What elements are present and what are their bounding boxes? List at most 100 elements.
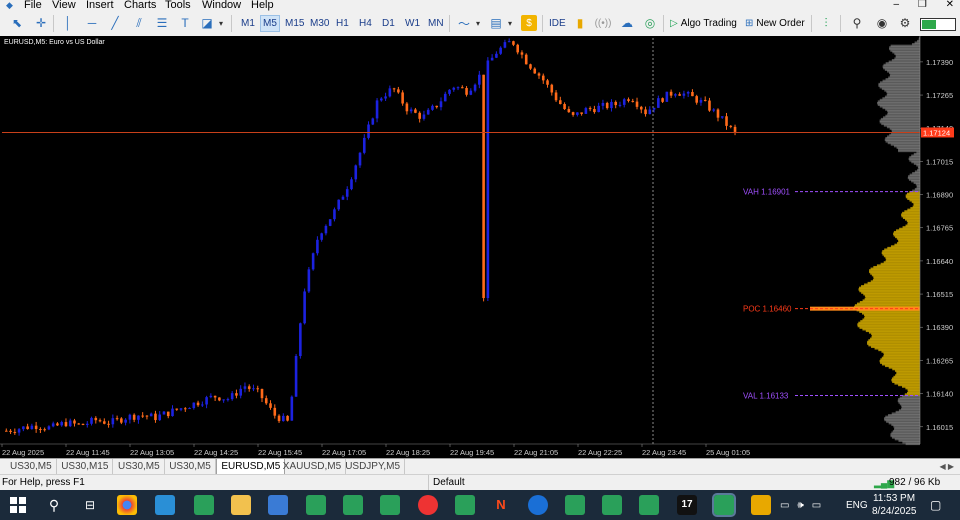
menu-view[interactable]: View <box>52 0 76 11</box>
chart-tab[interactable]: US30,M5 <box>6 459 57 474</box>
metatrader-icon[interactable] <box>602 495 622 515</box>
candle-body <box>333 209 336 220</box>
minimize-icon[interactable]: – <box>894 0 900 10</box>
dollar-icon[interactable]: $ <box>521 15 537 31</box>
ninjatrader-icon[interactable]: N <box>491 495 511 515</box>
app-icon[interactable] <box>751 495 771 515</box>
signal-icon[interactable]: ((•)) <box>595 15 612 31</box>
metatrader-active-icon[interactable] <box>712 493 736 517</box>
vertical-line-icon[interactable]: │ <box>60 15 76 31</box>
chrome-icon[interactable] <box>117 495 137 515</box>
network-icon[interactable]: ▭ <box>780 500 789 511</box>
fibonacci-icon[interactable]: ☰ <box>154 15 170 31</box>
vps-icon[interactable]: ◎ <box>642 15 658 31</box>
depth-of-market-icon[interactable]: ⫶ <box>818 15 834 31</box>
volume-icon[interactable]: 🕪 <box>797 500 803 511</box>
timeframe-d1[interactable]: D1 <box>380 16 397 31</box>
timeframe-mn[interactable]: MN <box>426 16 446 31</box>
cloud-icon[interactable]: ☁ <box>619 15 635 31</box>
menu-window[interactable]: Window <box>202 0 241 11</box>
menu-insert[interactable]: Insert <box>86 0 114 11</box>
search-icon[interactable]: ⚲ <box>849 15 865 31</box>
channel-icon[interactable]: ⫽ <box>131 15 147 31</box>
candle-body <box>60 422 64 426</box>
metatrader-icon[interactable] <box>306 495 326 515</box>
algo-trading-button[interactable]: ▷ Algo Trading <box>670 15 737 32</box>
ide-button[interactable]: IDE <box>547 16 568 31</box>
chevron-down-icon[interactable]: ▾ <box>216 15 226 31</box>
metatrader-icon[interactable] <box>343 495 363 515</box>
gear-icon[interactable]: ⚙ <box>897 15 913 31</box>
metatrader-icon[interactable] <box>455 495 475 515</box>
metatrader-icon[interactable] <box>565 495 585 515</box>
timeframe-m1[interactable]: M1 <box>239 16 257 31</box>
metatrader-icon[interactable] <box>639 495 659 515</box>
timeframe-m5[interactable]: M5 <box>260 15 280 32</box>
trendline-icon[interactable]: ╱ <box>107 15 123 31</box>
close-icon[interactable]: ✕ <box>946 0 954 10</box>
new-order-button[interactable]: ⊞ New Order <box>745 15 805 32</box>
candle-body <box>495 53 498 58</box>
candle-body <box>94 417 98 421</box>
file-explorer-icon[interactable] <box>231 495 251 515</box>
horizontal-line-icon[interactable]: ─ <box>84 15 100 31</box>
battery-icon[interactable]: ▭ <box>812 500 821 511</box>
language-indicator[interactable]: ENG <box>846 490 868 520</box>
toolbar: ⬉ ✛ │ ─ ╱ ⫽ ☰ T ◪ ▾ M1 M5 M15 M30 H1 H4 … <box>0 11 960 37</box>
windows-start-icon[interactable] <box>8 495 28 515</box>
menu-charts[interactable]: Charts <box>124 0 156 11</box>
tab-scroll-arrows[interactable]: ◀ ▶ <box>939 459 954 474</box>
timeframe-h4[interactable]: H4 <box>357 16 374 31</box>
candle-body <box>299 323 302 357</box>
shapes-icon[interactable]: ◪ <box>199 15 215 31</box>
menu-file[interactable]: File <box>24 0 42 11</box>
metatrader-icon[interactable] <box>194 495 214 515</box>
search-icon[interactable]: ⚲ <box>44 495 64 515</box>
chart-canvas[interactable]: VAH 1.16901 POC 1.16460 VAL 1.16133 EURUSD… <box>0 36 960 458</box>
timeframe-m30[interactable]: M30 <box>308 16 331 31</box>
task-view-icon[interactable]: ⊟ <box>80 495 100 515</box>
chart-tabs: US30,M5 US30,M15 US30,M5 US30,M5 EURUSD,M5 XA… <box>0 458 960 475</box>
candle-body <box>648 109 652 115</box>
restore-icon[interactable]: ❐ <box>918 0 927 10</box>
account-icon[interactable]: ◉ <box>874 15 890 31</box>
chart-tab[interactable]: EURUSD,M5 <box>216 459 286 475</box>
app-icon[interactable] <box>268 495 288 515</box>
app-icon[interactable] <box>418 495 438 515</box>
menu-tools[interactable]: Tools <box>165 0 191 11</box>
timeframe-m15[interactable]: M15 <box>283 16 306 31</box>
metatrader-icon[interactable] <box>380 495 400 515</box>
menu-help[interactable]: Help <box>251 0 274 11</box>
chart-tab[interactable]: US30,M15 <box>57 459 114 474</box>
candle-body <box>720 116 724 118</box>
time-label: 22 Aug 17:05 <box>322 448 366 457</box>
indicators-icon[interactable]: 〜 <box>456 15 472 31</box>
clock[interactable]: 11:53 PM 8/24/2025 <box>872 492 917 518</box>
traffic-text: 982 / 96 Kb <box>889 477 941 488</box>
chart-tab[interactable]: XAUUSD,M5 <box>279 459 347 474</box>
templates-icon[interactable]: ▤ <box>488 15 504 31</box>
candle-body <box>682 93 686 96</box>
app-icon[interactable]: ◆ <box>6 0 13 11</box>
chart-tab[interactable]: USDJPY,M5 <box>341 459 406 474</box>
chevron-down-icon[interactable]: ▾ <box>473 15 483 31</box>
time-label: 22 Aug 2025 <box>2 448 44 457</box>
cursor-icon[interactable]: ⬉ <box>9 15 25 31</box>
chart-tab[interactable]: US30,M5 <box>114 459 165 474</box>
candle-body <box>85 423 89 425</box>
metaeditor-icon[interactable] <box>155 495 175 515</box>
text-icon[interactable]: T <box>177 15 193 31</box>
crosshair-icon[interactable]: ✛ <box>33 15 49 31</box>
candle-body <box>478 74 481 85</box>
timeframe-w1[interactable]: W1 <box>403 16 422 31</box>
lock-icon[interactable]: ▮ <box>572 15 588 31</box>
timeframe-h1[interactable]: H1 <box>334 16 351 31</box>
price-chart[interactable]: VAH 1.16901 POC 1.16460 VAL 1.16133 EURUSD… <box>0 36 960 458</box>
tradingview-icon[interactable]: 17 <box>677 495 697 515</box>
chevron-down-icon[interactable]: ▾ <box>505 15 515 31</box>
app-icon[interactable] <box>528 495 548 515</box>
chart-tab[interactable]: US30,M5 <box>165 459 216 474</box>
price-label: 1.16265 <box>926 356 953 365</box>
notifications-icon[interactable]: ▢ <box>930 490 941 520</box>
candle-body <box>345 189 349 197</box>
